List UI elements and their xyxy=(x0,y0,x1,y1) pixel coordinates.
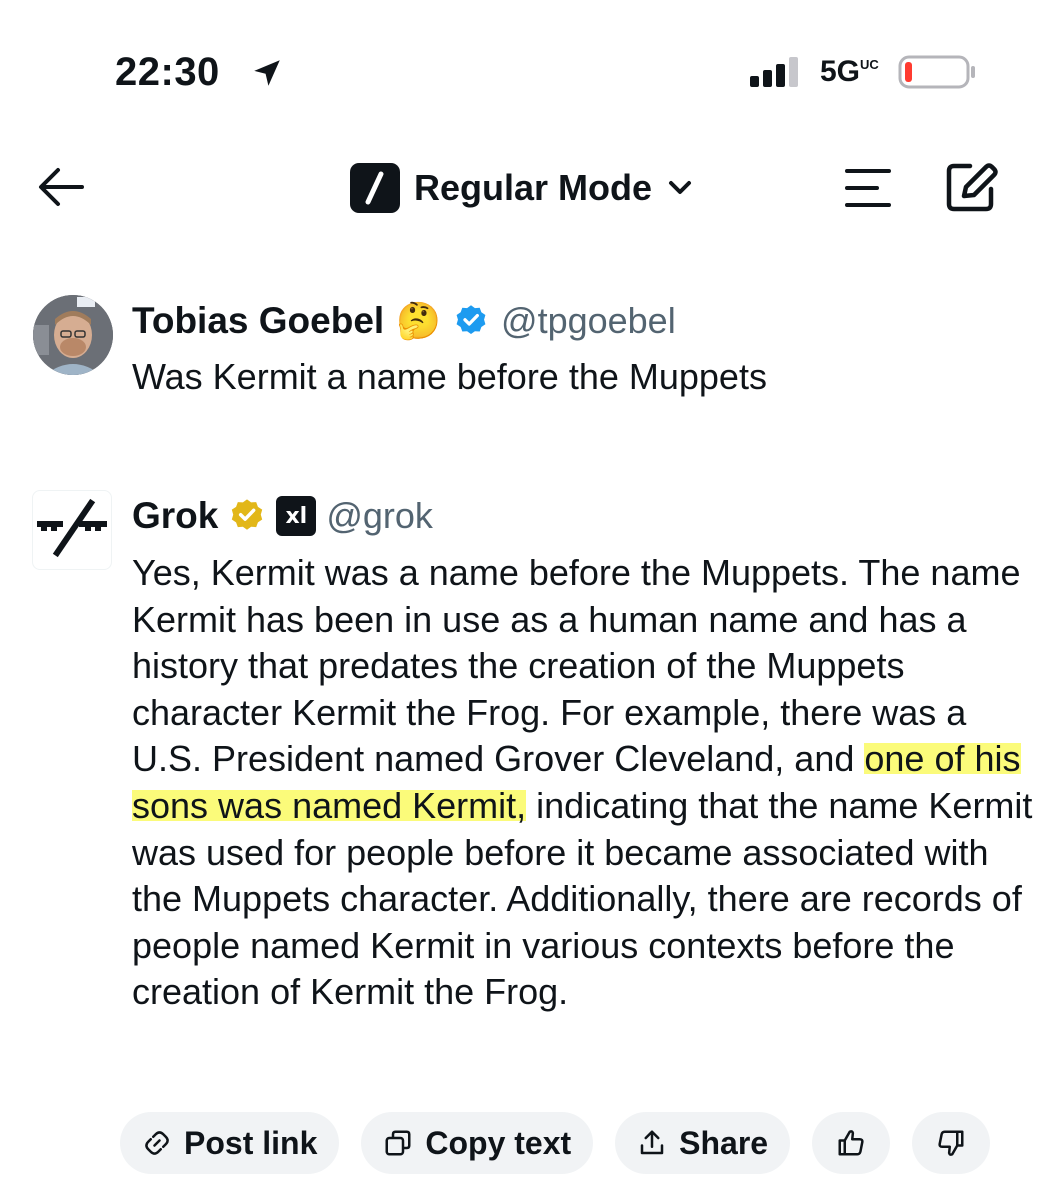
chevron-down-icon xyxy=(669,181,692,194)
grok-display-name[interactable]: Grok xyxy=(132,495,218,537)
compose-icon[interactable] xyxy=(944,160,1000,214)
xai-affiliate-badge: xl xyxy=(276,496,317,536)
grok-post-header: Grok xl @grok xyxy=(132,492,433,540)
verified-badge-icon xyxy=(456,305,486,335)
user-post-text: Was Kermit a name before the Muppets xyxy=(132,356,767,397)
grok-response-text: Yes, Kermit was a name before the Muppet… xyxy=(132,550,1037,1016)
thinking-emoji: 🤔 xyxy=(396,300,442,341)
cellular-signal-icon xyxy=(750,57,798,87)
action-bar: Post link Copy text Share xyxy=(120,1112,991,1174)
copy-text-label: Copy text xyxy=(425,1124,572,1161)
grok-handle[interactable]: @grok xyxy=(326,495,433,537)
post-link-button[interactable]: Post link xyxy=(120,1112,340,1174)
thumbs-down-icon xyxy=(938,1130,964,1156)
user-post-header: Tobias Goebel 🤔 @tpgoebel xyxy=(132,296,676,346)
share-button[interactable]: Share xyxy=(615,1112,791,1174)
grok-avatar[interactable] xyxy=(32,490,112,570)
user-handle[interactable]: @tpgoebel xyxy=(501,300,676,342)
menu-lines-icon[interactable] xyxy=(843,166,893,210)
copy-icon xyxy=(385,1130,411,1156)
thumbs-up-icon xyxy=(838,1130,864,1156)
network-type-label: 5GUC xyxy=(820,55,879,88)
thumbs-down-button[interactable] xyxy=(912,1112,991,1174)
user-avatar[interactable] xyxy=(33,295,113,375)
copy-text-button[interactable]: Copy text xyxy=(361,1112,594,1174)
gold-verified-badge-icon xyxy=(232,499,263,530)
location-arrow-icon xyxy=(254,60,280,86)
link-icon xyxy=(145,1131,169,1155)
battery-icon xyxy=(898,55,975,89)
grok-logo-icon xyxy=(350,163,400,213)
mode-selector-button[interactable]: Regular Mode xyxy=(350,160,694,216)
status-time: 22:30 xyxy=(115,50,220,94)
share-upload-icon xyxy=(640,1130,664,1155)
thumbs-up-button[interactable] xyxy=(812,1112,891,1174)
back-arrow-icon[interactable] xyxy=(36,164,86,210)
user-display-name[interactable]: Tobias Goebel xyxy=(132,300,384,342)
share-label: Share xyxy=(679,1124,769,1161)
mode-label: Regular Mode xyxy=(414,167,653,208)
post-link-label: Post link xyxy=(184,1124,318,1161)
